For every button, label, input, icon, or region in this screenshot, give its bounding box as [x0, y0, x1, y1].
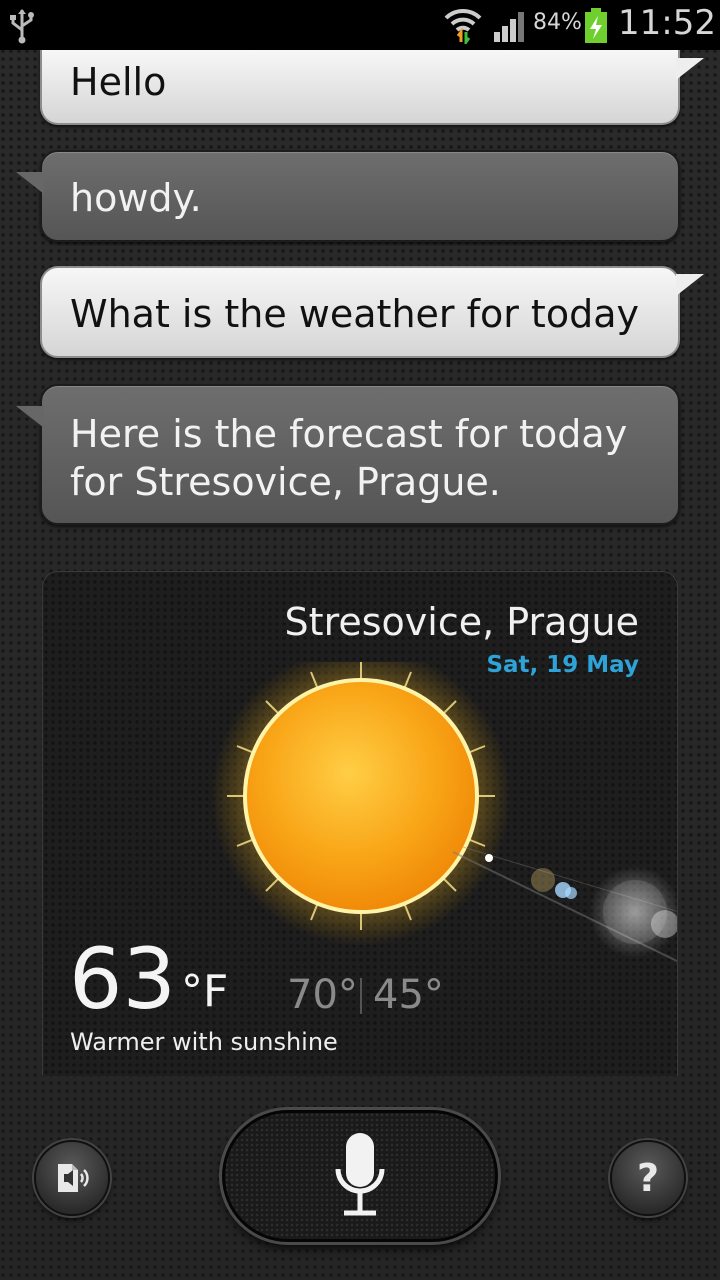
high-temperature: 70° — [287, 972, 358, 1018]
user-message-bubble: What is the weather for today — [40, 266, 704, 358]
battery-charging-icon — [584, 8, 608, 48]
message-text: What is the weather for today — [70, 292, 639, 336]
tts-button[interactable] — [34, 1140, 110, 1216]
microphone-button[interactable] — [222, 1110, 498, 1242]
message-text: Hello — [70, 60, 167, 104]
signal-strength-icon — [494, 10, 530, 46]
status-bar: 84% 11:52 — [0, 0, 720, 50]
temperature-unit: °F — [181, 966, 229, 1017]
wifi-icon — [444, 6, 482, 48]
sun-icon — [211, 662, 677, 962]
assistant-message-bubble: Here is the forecast for today for Stres… — [16, 384, 680, 525]
speaker-tts-icon — [58, 1164, 89, 1192]
microphone-icon — [335, 1133, 385, 1216]
weather-card[interactable]: Stresovice, Prague Sat, 19 May 63 °F 70°… — [42, 571, 678, 1076]
current-temperature: 63 — [69, 930, 176, 1028]
assistant-message-bubble: howdy. — [16, 150, 680, 242]
weather-location: Stresovice, Prague — [284, 600, 639, 644]
clock: 11:52 — [618, 3, 716, 43]
low-temperature: 45° — [373, 972, 444, 1018]
help-button[interactable]: ? — [610, 1140, 686, 1216]
user-message-bubble: Hello — [40, 50, 704, 125]
help-icon: ? — [636, 1156, 660, 1200]
message-text: howdy. — [70, 176, 202, 220]
usb-icon — [8, 8, 36, 48]
message-text: Here is the forecast for today for Stres… — [70, 412, 628, 504]
temperature-divider — [360, 978, 362, 1014]
weather-condition: Warmer with sunshine — [70, 1028, 338, 1056]
battery-percent: 84% — [533, 10, 582, 35]
